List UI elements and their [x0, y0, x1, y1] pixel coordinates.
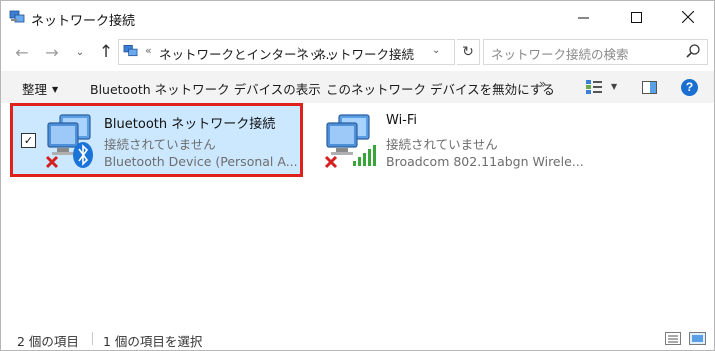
- status-divider: [92, 332, 93, 345]
- breadcrumb-network-connections[interactable]: ネットワーク接続: [314, 44, 414, 63]
- recent-locations-dropdown[interactable]: ⌄: [69, 41, 91, 63]
- title-bar: ネットワーク接続: [1, 1, 714, 35]
- organize-label: 整理: [22, 82, 48, 97]
- connection-item-bluetooth[interactable]: ✓ Bluetooth ネットワーク接続 接続されていません Bluetooth…: [10, 103, 303, 177]
- disable-device-button[interactable]: このネットワーク デバイスを無効にする: [326, 79, 555, 98]
- view-options-dropdown-icon[interactable]: ▼: [611, 82, 617, 91]
- bluetooth-network-icon: [45, 114, 93, 169]
- connection-status: 接続されていません: [104, 137, 216, 152]
- organize-caret-icon: ▼: [52, 85, 59, 94]
- network-connections-icon: [123, 45, 138, 57]
- close-icon: [682, 11, 694, 23]
- maximize-button[interactable]: [613, 1, 659, 33]
- connection-status: 接続されていません: [386, 137, 498, 152]
- large-icons-view-icon[interactable]: [689, 332, 706, 345]
- organize-menu[interactable]: 整理 ▼: [22, 79, 58, 98]
- connection-device: Bluetooth Device (Personal A...: [104, 154, 298, 169]
- connection-name: Wi-Fi: [386, 113, 418, 128]
- search-icon[interactable]: [685, 43, 701, 59]
- network-connections-app-icon: [9, 10, 25, 23]
- change-view-icon[interactable]: [586, 80, 602, 94]
- close-button[interactable]: [665, 1, 711, 33]
- status-bar: 2 個の項目 1 個の項目を選択: [1, 327, 714, 349]
- forward-button[interactable]: →: [41, 41, 63, 63]
- details-view-icon[interactable]: [665, 332, 681, 345]
- maximize-icon: [630, 11, 642, 23]
- breadcrumb-separator[interactable]: ›: [297, 43, 302, 58]
- connection-item-wifi[interactable]: Wi-Fi 接続されていません Broadcom 802.11abgn Wire…: [319, 105, 589, 175]
- address-bar[interactable]: « ネットワークとインターネッ... › ネットワーク接続 ⌄: [118, 39, 455, 65]
- view-bluetooth-devices-button[interactable]: Bluetooth ネットワーク デバイスの表示: [90, 79, 321, 98]
- search-placeholder: ネットワーク接続の検索: [491, 47, 629, 62]
- back-button[interactable]: ←: [11, 41, 33, 63]
- connection-device: Broadcom 802.11abgn Wirele...: [386, 154, 584, 169]
- breadcrumb-overflow[interactable]: «: [145, 44, 152, 57]
- preview-pane-icon[interactable]: [642, 81, 657, 94]
- selected-count: 1 個の項目を選択: [103, 334, 203, 349]
- address-dropdown[interactable]: ⌄: [432, 45, 440, 56]
- search-input[interactable]: ネットワーク接続の検索: [483, 39, 708, 65]
- more-commands-button[interactable]: »: [539, 77, 546, 91]
- help-icon[interactable]: ?: [681, 79, 698, 96]
- minimize-icon: [577, 17, 589, 18]
- wifi-network-icon: [324, 114, 376, 169]
- command-bar: 整理 ▼ Bluetooth ネットワーク デバイスの表示 このネットワーク デバ…: [1, 71, 714, 103]
- window-title: ネットワーク接続: [31, 14, 136, 29]
- refresh-button[interactable]: ↻: [457, 39, 480, 65]
- up-button[interactable]: ↑: [95, 41, 117, 63]
- explorer-window: ネットワーク接続 ← → ⌄ ↑ « ネットワークとインターネッ... › ネッ…: [0, 0, 715, 351]
- item-count: 2 個の項目: [17, 334, 79, 349]
- connection-name: Bluetooth ネットワーク接続: [104, 117, 276, 132]
- selection-checkbox[interactable]: ✓: [21, 133, 36, 148]
- minimize-button[interactable]: [560, 1, 606, 33]
- breadcrumb-network-internet[interactable]: ネットワークとインターネッ...: [159, 44, 333, 63]
